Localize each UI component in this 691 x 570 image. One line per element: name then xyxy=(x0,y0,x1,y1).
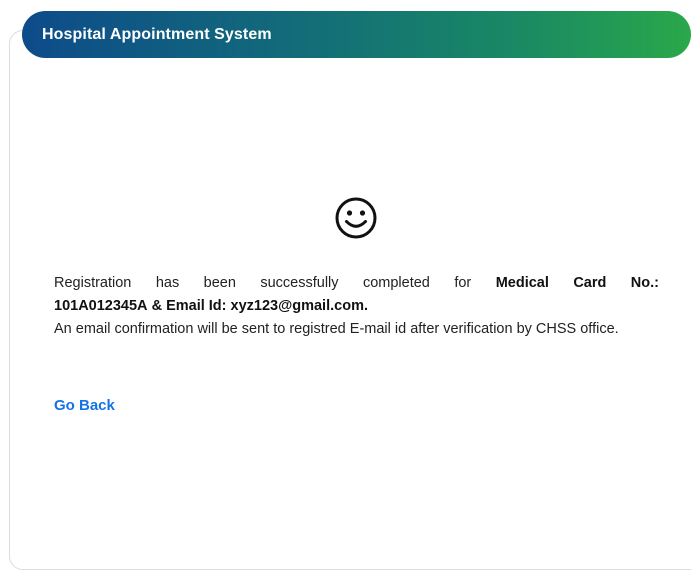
confirmation-text: An email confirmation will be sent to re… xyxy=(54,321,619,337)
medical-card-label: Medical Card No.: xyxy=(495,275,659,291)
message-intro: Registration has been successfully compl… xyxy=(54,275,472,291)
app-header: Hospital Appointment System xyxy=(22,11,691,58)
email-value: xyz123@gmail.com. xyxy=(230,298,368,314)
go-back-link[interactable]: Go Back xyxy=(54,397,115,414)
medical-card-number: 101A012345A xyxy=(54,298,148,314)
email-label: & Email Id: xyxy=(151,298,227,314)
smiley-face-icon xyxy=(335,197,377,239)
app-title: Hospital Appointment System xyxy=(42,25,272,43)
message-line-1: Registration has been successfully compl… xyxy=(54,272,659,295)
registration-message: Registration has been successfully compl… xyxy=(54,272,659,341)
message-line-2: 101A012345A & Email Id: xyz123@gmail.com… xyxy=(54,295,659,318)
